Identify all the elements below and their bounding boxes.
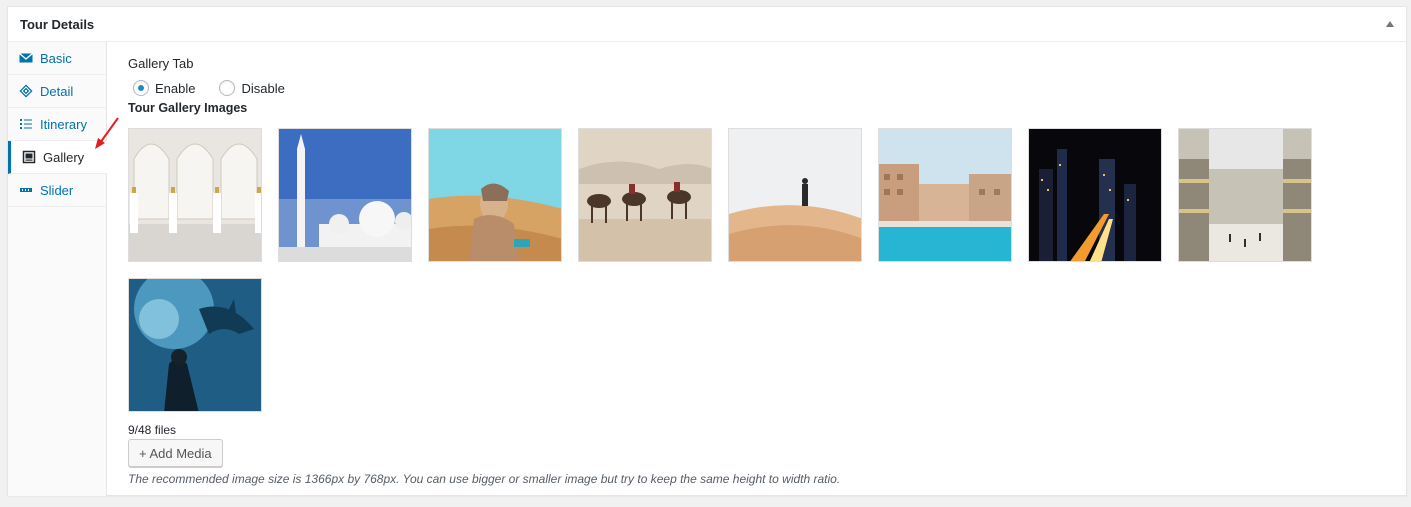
- gallery-images-label: Tour Gallery Images: [128, 101, 248, 115]
- envelope-icon: [19, 51, 33, 65]
- gallery-thumb-white-mosque[interactable]: [278, 128, 412, 262]
- tour-details-metabox: Tour Details Basic Detail Itinerary Gall…: [7, 6, 1407, 496]
- gallery-tab-label: Gallery Tab: [128, 56, 194, 71]
- gallery-thumb-shopping-mall[interactable]: [1178, 128, 1312, 262]
- tab-label: Detail: [40, 83, 74, 99]
- gallery-tab-radio-group: Enable Disable: [133, 80, 309, 96]
- radio-unchecked-icon[interactable]: [219, 80, 236, 96]
- metabox-title: Tour Details: [20, 17, 95, 32]
- tab-label: Itinerary: [40, 116, 87, 132]
- tab-detail[interactable]: Detail: [8, 75, 106, 108]
- metabox-header[interactable]: Tour Details: [8, 7, 1406, 42]
- gallery-thumb-mosque-arches[interactable]: [128, 128, 262, 262]
- gallery-thumb-camel-caravan[interactable]: [578, 128, 712, 262]
- gallery-tab-content: Gallery Tab Enable Disable Tour Gallery …: [128, 42, 1398, 492]
- tab-slider[interactable]: Slider: [8, 174, 106, 207]
- tab-label: Slider: [40, 182, 74, 198]
- radio-checked-icon[interactable]: [133, 80, 149, 96]
- gallery-thumb-city-night[interactable]: [1028, 128, 1162, 262]
- slider-icon: [19, 183, 33, 197]
- radio-label: Enable: [155, 80, 196, 96]
- disable-radio[interactable]: Disable: [219, 80, 285, 96]
- tab-label: Basic: [40, 50, 72, 66]
- files-count: 9/48 files: [128, 423, 177, 437]
- tab-basic[interactable]: Basic: [8, 42, 106, 75]
- image-size-hint: The recommended image size is 1366px by …: [128, 472, 841, 486]
- gallery-thumb-waterfront-pool[interactable]: [878, 128, 1012, 262]
- tour-tabs: Basic Detail Itinerary Gallery Slider: [8, 42, 107, 496]
- gallery-thumb-woman-on-dune[interactable]: [728, 128, 862, 262]
- tab-label: Gallery: [43, 149, 85, 165]
- annotation-arrow-icon: [95, 117, 119, 149]
- tag-icon: [19, 84, 33, 98]
- gallery-icon: [22, 150, 36, 164]
- collapse-toggle-icon[interactable]: [1386, 21, 1394, 27]
- gallery-thumb-woman-in-desert[interactable]: [428, 128, 562, 262]
- enable-radio[interactable]: Enable: [133, 80, 195, 96]
- list-icon: [19, 117, 33, 131]
- radio-label: Disable: [241, 80, 285, 96]
- add-media-button[interactable]: + Add Media: [128, 439, 223, 467]
- gallery-thumb-aquarium-shark[interactable]: [128, 278, 262, 412]
